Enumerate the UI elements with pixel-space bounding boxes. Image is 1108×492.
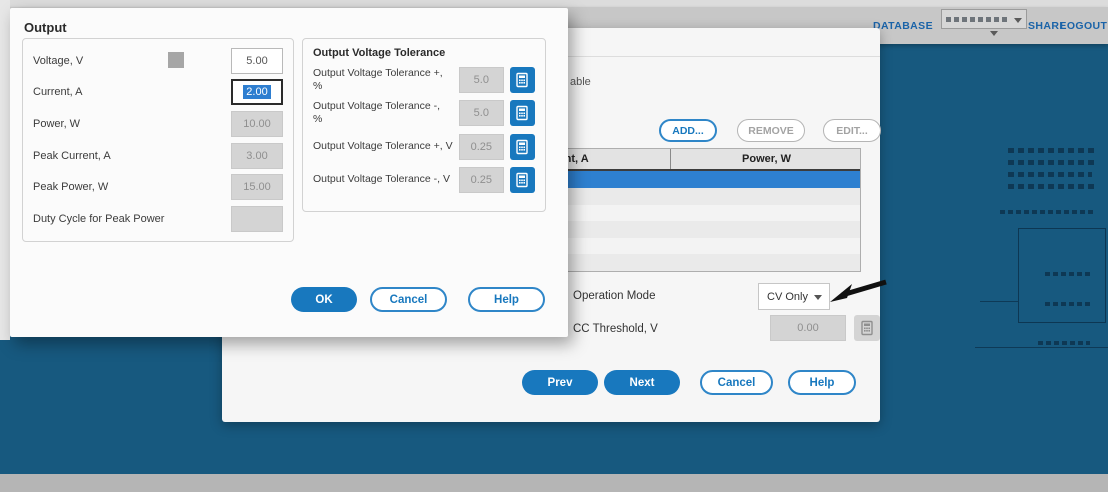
header-logout-link[interactable]: LOGOUT bbox=[1060, 20, 1107, 32]
schematic-label-decoration bbox=[1038, 341, 1090, 345]
tolerance-row-plus-v: Output Voltage Tolerance +, V 0.25 bbox=[313, 133, 535, 160]
tolerance-minus-v-input: 0.25 bbox=[458, 166, 504, 193]
tolerance-row-plus-pct: Output Voltage Tolerance +,% 5.0 bbox=[313, 67, 535, 94]
voltage-label: Voltage, V bbox=[33, 54, 84, 67]
add-button[interactable]: ADD... bbox=[659, 119, 717, 142]
schematic-wire-decoration bbox=[980, 301, 1018, 302]
current-input-selection: 2.00 bbox=[243, 85, 271, 100]
panel-help-button[interactable]: Help bbox=[788, 370, 856, 395]
output-dialog: Output Voltage, V 5.00 Current, A 2.00 P… bbox=[10, 8, 568, 337]
tolerance-plus-v-input: 0.25 bbox=[458, 133, 504, 160]
cc-threshold-input: 0.00 bbox=[770, 315, 846, 341]
chevron-down-icon bbox=[1014, 18, 1022, 23]
site-footer: power Feedback Switch to Mobile Version bbox=[0, 474, 1108, 492]
panel-cancel-button[interactable]: Cancel bbox=[700, 370, 773, 395]
help-button[interactable]: Help bbox=[468, 287, 545, 312]
tolerance-plus-v-label: Output Voltage Tolerance +, V bbox=[313, 139, 453, 152]
field-row-current: Current, A 2.00 bbox=[33, 79, 283, 106]
tolerance-row-minus-pct: Output Voltage Tolerance -,% 5.0 bbox=[313, 100, 535, 127]
tolerance-minus-pct-input: 5.0 bbox=[458, 100, 504, 127]
header-database-link[interactable]: DATABASE bbox=[873, 20, 933, 32]
next-button[interactable]: Next bbox=[604, 370, 680, 395]
edit-button: EDIT... bbox=[823, 119, 881, 142]
output-fields-group: Voltage, V 5.00 Current, A 2.00 Power, W… bbox=[22, 38, 294, 242]
ok-button[interactable]: OK bbox=[291, 287, 357, 312]
background-window-edge bbox=[0, 0, 10, 340]
calculator-icon[interactable] bbox=[509, 67, 535, 94]
schematic-text-decoration bbox=[1008, 148, 1096, 196]
peak-current-label: Peak Current, A bbox=[33, 149, 111, 162]
current-input[interactable]: 2.00 bbox=[231, 79, 283, 106]
mouse-cursor bbox=[830, 278, 892, 313]
operation-mode-select[interactable]: CV Only bbox=[758, 283, 830, 310]
cc-threshold-label: CC Threshold, V bbox=[573, 323, 658, 335]
field-row-peak-current: Peak Current, A 3.00 bbox=[33, 142, 283, 169]
voltage-color-swatch bbox=[168, 52, 184, 68]
peak-power-input: 15.00 bbox=[231, 174, 283, 201]
current-label: Current, A bbox=[33, 86, 83, 99]
field-row-voltage: Voltage, V 5.00 bbox=[33, 47, 283, 74]
schematic-caption-decoration bbox=[1000, 210, 1095, 214]
prev-button[interactable]: Prev bbox=[522, 370, 598, 395]
field-row-power: Power, W 10.00 bbox=[33, 111, 283, 138]
tolerance-group-title: Output Voltage Tolerance bbox=[313, 47, 446, 59]
operation-mode-label: Operation Mode bbox=[573, 290, 656, 302]
duty-cycle-input bbox=[231, 206, 283, 233]
design-selector-text bbox=[946, 17, 1010, 22]
table-column-header-power: Power, W bbox=[742, 153, 791, 165]
window-top-strip bbox=[0, 0, 1108, 7]
tolerance-minus-pct-label: Output Voltage Tolerance -, bbox=[313, 100, 441, 113]
tolerance-row-minus-v: Output Voltage Tolerance -, V 0.25 bbox=[313, 166, 535, 193]
calculator-icon[interactable] bbox=[509, 133, 535, 160]
tolerance-group: Output Voltage Tolerance Output Voltage … bbox=[302, 38, 546, 212]
calculator-icon[interactable] bbox=[509, 100, 535, 127]
schematic-label-decoration bbox=[1045, 302, 1090, 306]
voltage-input[interactable]: 5.00 bbox=[231, 47, 283, 74]
dialog-title: Output bbox=[24, 20, 67, 35]
calculator-icon[interactable] bbox=[509, 166, 535, 193]
remove-button: REMOVE bbox=[737, 119, 805, 142]
panel-text-fragment: able bbox=[570, 76, 591, 88]
duty-cycle-label: Duty Cycle for Peak Power bbox=[33, 213, 165, 226]
tolerance-minus-pct-unit: % bbox=[313, 113, 323, 126]
power-input: 10.00 bbox=[231, 111, 283, 138]
schematic-label-decoration bbox=[1045, 272, 1090, 276]
chevron-down-icon bbox=[990, 31, 998, 36]
tolerance-plus-pct-label: Output Voltage Tolerance +, bbox=[313, 67, 443, 79]
peak-power-label: Peak Power, W bbox=[33, 181, 109, 194]
power-label: Power, W bbox=[33, 118, 81, 131]
tolerance-plus-pct-unit: % bbox=[313, 80, 323, 93]
tolerance-plus-pct-input: 5.0 bbox=[458, 67, 504, 94]
schematic-wire-decoration bbox=[975, 347, 1108, 348]
cancel-button[interactable]: Cancel bbox=[370, 287, 447, 312]
calculator-icon bbox=[854, 315, 880, 341]
chevron-down-icon bbox=[814, 295, 822, 300]
field-row-peak-power: Peak Power, W 15.00 bbox=[33, 174, 283, 201]
operation-mode-value: CV Only bbox=[767, 290, 808, 303]
design-selector[interactable] bbox=[941, 9, 1027, 29]
field-row-duty-cycle: Duty Cycle for Peak Power bbox=[33, 206, 283, 233]
app-screen: DATABASE SHARE LOGOUT able ADD... REMOVE… bbox=[0, 0, 1108, 492]
peak-current-input: 3.00 bbox=[231, 142, 283, 169]
tolerance-minus-v-label: Output Voltage Tolerance -, V bbox=[313, 172, 450, 185]
